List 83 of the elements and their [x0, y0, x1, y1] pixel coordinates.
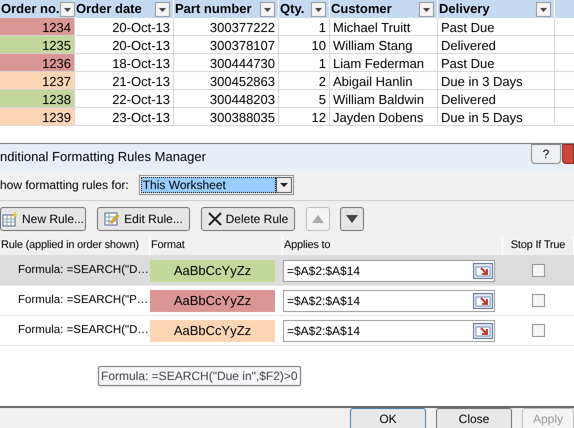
filter-dropdown-icon[interactable] [60, 2, 75, 16]
table-cell: 1239 [0, 108, 75, 125]
table-cell: Liam Federman [330, 54, 438, 71]
column-header: Rule (applied in order shown) [0, 236, 150, 255]
table-cell: 12 [279, 108, 330, 125]
rule-formula: Formula: =SEARCH("P… [18, 294, 148, 306]
show-rules-label: how formatting rules for: [0, 177, 129, 194]
column-header: Applies to [283, 236, 503, 255]
filter-dropdown-icon[interactable] [419, 2, 434, 16]
up-triangle-icon [312, 214, 324, 222]
stop-if-true-checkbox[interactable] [532, 324, 545, 337]
stop-if-true-checkbox[interactable] [532, 294, 545, 307]
window-title: nditional Formatting Rules Manager [0, 148, 206, 166]
applies-to-field[interactable]: =$A$2:$A$14 [283, 320, 495, 342]
column-header[interactable]: Customer [330, 0, 438, 18]
applies-to-field[interactable]: =$A$2:$A$14 [283, 260, 495, 282]
table-cell: Due in 3 Days [438, 72, 555, 89]
table-cell: Past Due [438, 18, 555, 35]
filter-dropdown-icon[interactable] [536, 2, 551, 16]
delete-rule-button[interactable]: Delete Rule [201, 206, 295, 230]
dialog-button[interactable]: OK [350, 408, 426, 428]
table-cell: 300378107 [174, 36, 279, 53]
table-cell: 20-Oct-13 [75, 18, 174, 35]
table-cell: 300452863 [174, 72, 279, 89]
table-cell: 1238 [0, 90, 75, 107]
column-header[interactable]: Order date [75, 0, 174, 18]
table-cell: 300444730 [174, 54, 279, 71]
column-header: Stop If True [503, 236, 574, 255]
filter-dropdown-icon[interactable] [155, 2, 170, 16]
column-header[interactable]: Part number [174, 0, 279, 18]
filter-dropdown-icon[interactable] [311, 2, 326, 16]
table-cell: Due in 5 Days [438, 108, 555, 125]
table-cell: 300388035 [174, 108, 279, 125]
table-cell: Michael Truitt [330, 18, 438, 35]
table-cell: 1 [279, 18, 330, 35]
dialog-button[interactable]: Close [436, 408, 512, 428]
format-preview: AaBbCcYyZz [150, 260, 275, 282]
column-header: Format [150, 236, 283, 255]
table-cell: 18-Oct-13 [75, 54, 174, 71]
table-cell: 1234 [0, 18, 75, 35]
table-cell: Past Due [438, 54, 555, 71]
table-cell: 300377222 [174, 18, 279, 35]
table-cell: 2 [279, 72, 330, 89]
range-select-icon[interactable] [473, 262, 493, 278]
formula-tooltip: Formula: =SEARCH("Due in",$F2)>0 [98, 366, 301, 386]
table-cell: 22-Oct-13 [75, 90, 174, 107]
table-cell: 23-Oct-13 [75, 108, 174, 125]
table-cell: 1236 [0, 54, 75, 71]
delete-x-icon [208, 212, 222, 226]
down-triangle-icon [346, 214, 358, 222]
worksheet-dropdown[interactable]: This Worksheet [138, 175, 294, 195]
table-cell: Jayden Dobens [330, 108, 438, 125]
table-cell: 21-Oct-13 [75, 72, 174, 89]
table-cell: William Stang [330, 36, 438, 53]
table-cell: 1235 [0, 36, 75, 53]
table-cell: Delivered [438, 90, 555, 107]
format-preview: AaBbCcYyZz [150, 320, 275, 342]
format-preview: AaBbCcYyZz [150, 290, 275, 312]
applies-to-field[interactable]: =$A$2:$A$14 [283, 290, 495, 312]
table-cell: 5 [279, 90, 330, 107]
table-cell: 1237 [0, 72, 75, 89]
stop-if-true-checkbox[interactable] [532, 264, 545, 277]
range-select-icon[interactable] [473, 322, 493, 338]
new-table-icon [2, 210, 18, 226]
rule-row[interactable]: Formula: =SEARCH("D… AaBbCcYyZz =$A$2:$A$14 [0, 256, 574, 286]
edit-table-icon [104, 210, 120, 226]
table-cell: William Baldwin [330, 90, 438, 107]
column-header[interactable]: Delivery [438, 0, 555, 18]
help-button[interactable]: ? [531, 144, 561, 164]
table-cell: 10 [279, 36, 330, 53]
table-cell: Delivered [438, 36, 555, 53]
rule-formula: Formula: =SEARCH("D… [18, 324, 149, 336]
down-rule-button[interactable] [340, 206, 364, 230]
table-cell: 20-Oct-13 [75, 36, 174, 53]
table-cell: Abigail Hanlin [330, 72, 438, 89]
range-select-icon[interactable] [473, 292, 493, 308]
new-rule-button[interactable]: New Rule... [0, 206, 86, 230]
filter-dropdown-icon[interactable] [260, 2, 275, 16]
column-header[interactable]: Qty. [279, 0, 330, 18]
table-cell: 1 [279, 54, 330, 71]
table-cell: 300448203 [174, 90, 279, 107]
edit-rule-button[interactable]: Edit Rule... [97, 206, 190, 230]
rule-formula: Formula: =SEARCH("D… [18, 264, 149, 276]
